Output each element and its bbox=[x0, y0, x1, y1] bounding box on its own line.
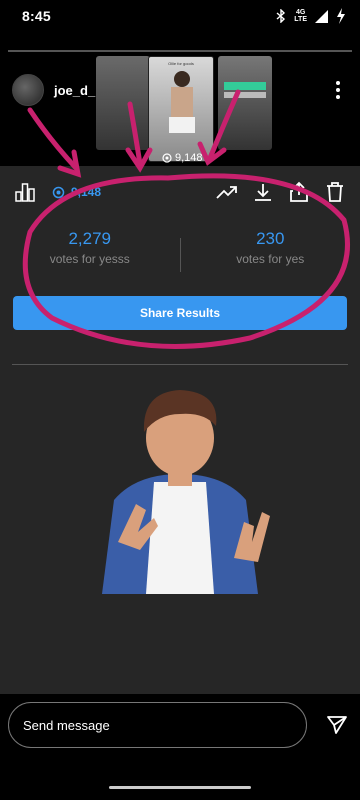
story-thumbnails: Ollie for goods 9,148 bbox=[96, 56, 276, 166]
views-count: 9,148 bbox=[71, 185, 102, 199]
insights-bar-chart-icon[interactable] bbox=[14, 181, 36, 203]
share-icon[interactable] bbox=[288, 181, 310, 203]
poll-option-2[interactable]: 230 votes for yes bbox=[181, 228, 360, 282]
thumbnail-views-count: 9,148 bbox=[175, 152, 203, 164]
poll-option-label: votes for yesss bbox=[49, 252, 130, 266]
more-options-icon[interactable] bbox=[328, 78, 348, 102]
status-time: 8:45 bbox=[22, 8, 51, 24]
story-progress-bar bbox=[8, 50, 352, 52]
home-indicator bbox=[109, 786, 251, 789]
story-thumbnail[interactable] bbox=[96, 56, 150, 150]
poll-option-count: 230 bbox=[256, 229, 285, 248]
poll-option-label: votes for yes bbox=[236, 252, 305, 266]
insights-toolbar: 9,148 bbox=[0, 176, 360, 208]
toolbar-actions bbox=[216, 181, 346, 203]
thumbnail-caption: Ollie for goods bbox=[168, 61, 194, 66]
send-icon[interactable] bbox=[326, 714, 348, 736]
section-divider bbox=[12, 364, 348, 365]
story-thumbnail-current[interactable]: Ollie for goods bbox=[148, 56, 214, 162]
network-indicator: 4G LTE bbox=[294, 9, 307, 23]
insights-panel: 9,148 2,279 votes for yesss 230 votes fo… bbox=[0, 166, 360, 694]
poll-option-count: 2,279 bbox=[68, 229, 112, 248]
bluetooth-icon bbox=[276, 9, 286, 23]
story-thumbnail[interactable] bbox=[218, 56, 272, 150]
poll-option-1[interactable]: 2,279 votes for yesss bbox=[0, 228, 180, 282]
eye-icon bbox=[52, 186, 65, 198]
thumbnail-views: 9,148 bbox=[162, 152, 203, 164]
thumbnail-content bbox=[224, 82, 266, 98]
status-icons: 4G LTE bbox=[276, 8, 346, 24]
battery-charging-icon bbox=[337, 8, 345, 24]
network-subtype: LTE bbox=[294, 16, 307, 23]
annotation-arrow bbox=[27, 107, 79, 171]
download-icon[interactable] bbox=[252, 181, 274, 203]
share-results-button[interactable]: Share Results bbox=[13, 296, 347, 330]
viewers-button[interactable]: 9,148 bbox=[52, 185, 101, 199]
eye-icon bbox=[162, 153, 172, 163]
poll-results: 2,279 votes for yesss 230 votes for yes bbox=[0, 228, 360, 282]
message-input[interactable]: Send message bbox=[8, 702, 307, 748]
message-placeholder: Send message bbox=[23, 717, 110, 733]
signal-icon bbox=[315, 9, 328, 23]
avatar[interactable] bbox=[12, 74, 44, 106]
trending-icon[interactable] bbox=[216, 181, 238, 203]
sticker-thumbnail-figure bbox=[169, 71, 195, 133]
status-bar: 8:45 4G LTE bbox=[0, 0, 360, 32]
network-type: 4G bbox=[295, 9, 306, 16]
person-sticker bbox=[84, 382, 276, 594]
delete-icon[interactable] bbox=[324, 181, 346, 203]
